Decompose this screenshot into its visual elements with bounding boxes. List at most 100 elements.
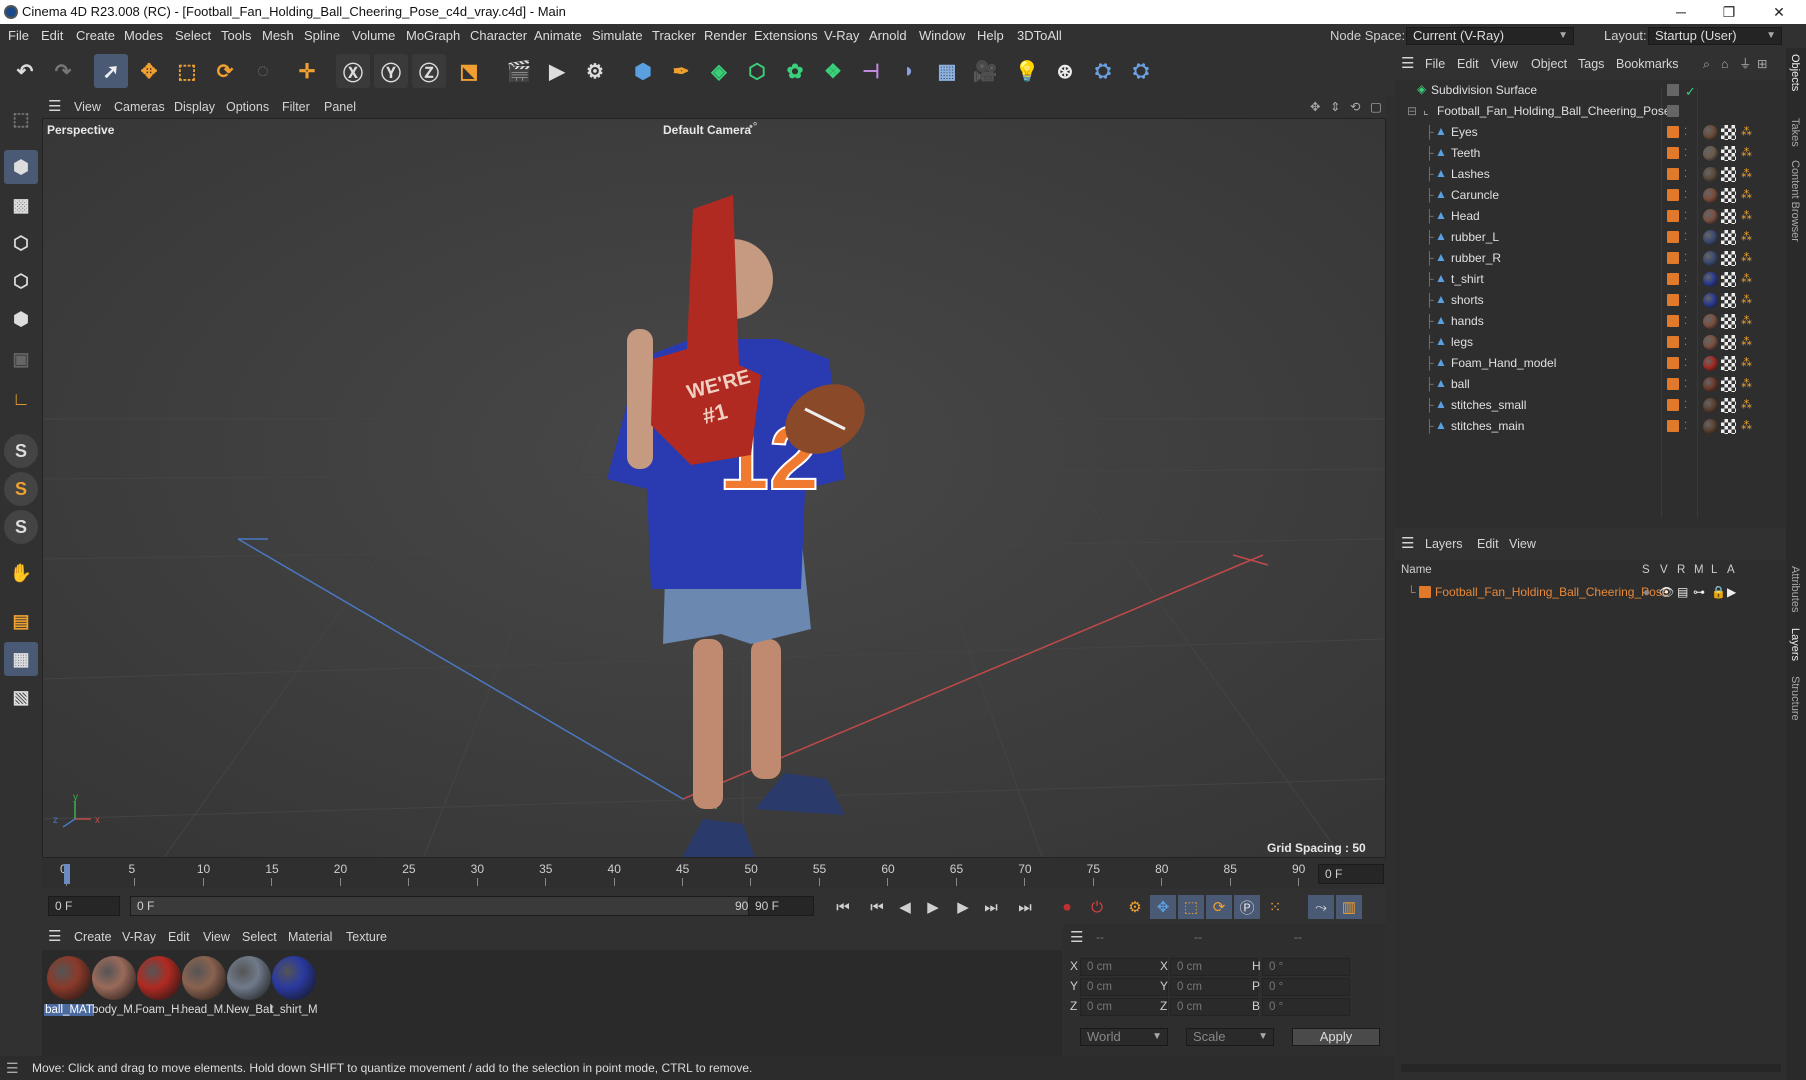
layer-col-animation[interactable]: A <box>1727 564 1735 576</box>
timeline-window-icon[interactable]: ▥ <box>1336 895 1362 919</box>
layer-visible-eye-icon[interactable]: 👁 <box>1659 582 1674 603</box>
menu-vray[interactable]: V-Ray <box>824 24 859 48</box>
visibility-dots-icon[interactable]: ⁚ <box>1684 269 1687 290</box>
material-tag-icon[interactable] <box>1703 356 1718 371</box>
material-tag-icon[interactable] <box>1703 188 1718 203</box>
uvw-tag-icon[interactable] <box>1721 230 1736 245</box>
uvw-tag-icon[interactable] <box>1721 209 1736 224</box>
coord-value-field[interactable]: 0 cm <box>1170 978 1258 996</box>
recent-tool-icon[interactable]: ◌ <box>246 54 280 88</box>
layer-color-swatch[interactable] <box>1667 336 1679 348</box>
previous-key-icon[interactable]: ⏮ <box>864 895 890 919</box>
layer-col-view[interactable]: V <box>1660 564 1668 576</box>
material-swatch[interactable]: t_shirt_M <box>269 954 319 1016</box>
visibility-dots-icon[interactable]: ⁚ <box>1684 143 1687 164</box>
move-view-icon[interactable]: ✥ <box>1310 96 1320 118</box>
material-tag-icon[interactable] <box>1703 314 1718 329</box>
vray-icon[interactable]: ⊛ <box>1048 54 1082 88</box>
vray-tag-icon[interactable]: ⁂ <box>1741 206 1752 227</box>
light-icon[interactable]: 💡 <box>1010 54 1044 88</box>
uvw-tag-icon[interactable] <box>1721 356 1736 371</box>
object-row[interactable]: ├ ▲ ball ⁚ ⁂ <box>1395 374 1786 395</box>
visibility-dots-icon[interactable]: ⁚ <box>1684 332 1687 353</box>
autokey-icon[interactable]: ⏻ <box>1084 895 1110 919</box>
vray-tag-icon[interactable]: ⁂ <box>1741 374 1752 395</box>
uvw-tag-icon[interactable] <box>1721 125 1736 140</box>
viewport-menu-options[interactable]: Options <box>226 96 269 118</box>
side-tab-attributes[interactable]: Attributes <box>1789 566 1801 612</box>
object-menu-view[interactable]: View <box>1491 48 1518 80</box>
vray-tag-icon[interactable]: ⁂ <box>1741 248 1752 269</box>
playhead-marker[interactable] <box>64 864 70 884</box>
coord-value-field[interactable]: 0 cm <box>1080 958 1168 976</box>
object-row[interactable]: ├ ▲ Lashes ⁚ ⁂ <box>1395 164 1786 185</box>
layer-color-swatch[interactable] <box>1667 273 1679 285</box>
material-swatch[interactable]: New_Bal <box>224 954 274 1016</box>
render-region-icon[interactable]: 🎬 <box>502 54 536 88</box>
uvw-tag-icon[interactable] <box>1721 167 1736 182</box>
object-menu-file[interactable]: File <box>1425 48 1445 80</box>
layer-color-swatch[interactable] <box>1667 126 1679 138</box>
material-tag-icon[interactable] <box>1703 335 1718 350</box>
hamburger-menu-icon[interactable]: ☰ <box>48 96 61 118</box>
object-row[interactable]: ├ ▲ legs ⁚ ⁂ <box>1395 332 1786 353</box>
object-menu-bookmarks[interactable]: Bookmarks <box>1616 48 1679 80</box>
cube-primitive-icon[interactable]: ⬢ <box>626 54 660 88</box>
vray-tag-icon[interactable]: ⁂ <box>1741 290 1752 311</box>
object-row[interactable]: ├ ▲ Head ⁚ ⁂ <box>1395 206 1786 227</box>
menu-create[interactable]: Create <box>76 24 115 48</box>
layer-menu-view[interactable]: View <box>1509 528 1536 560</box>
layer-color-swatch[interactable] <box>1667 399 1679 411</box>
uvw-tag-icon[interactable] <box>1721 293 1736 308</box>
model-mode-icon[interactable]: ⬢ <box>4 150 38 184</box>
material-swatch[interactable]: ball_MAT <box>44 954 94 1016</box>
render-settings-icon[interactable]: ⚙ <box>578 54 612 88</box>
layer-color-swatch[interactable] <box>1667 231 1679 243</box>
menu-simulate[interactable]: Simulate <box>592 24 643 48</box>
visibility-dots-icon[interactable]: ⁚ <box>1684 374 1687 395</box>
menu-select[interactable]: Select <box>175 24 211 48</box>
menu-modes[interactable]: Modes <box>124 24 163 48</box>
extrude-generator-icon[interactable]: ⬡ <box>740 54 774 88</box>
side-tab-content-browser[interactable]: Content Browser <box>1789 160 1801 242</box>
viewport-menu-cameras[interactable]: Cameras <box>114 96 165 118</box>
menu-arnold[interactable]: Arnold <box>869 24 907 48</box>
enabled-checkmark-icon[interactable]: ✓ <box>1685 81 1696 102</box>
transform-tool-icon[interactable]: ✛ <box>290 54 324 88</box>
floor-environment-icon[interactable]: ▦ <box>930 54 964 88</box>
layout-dropdown[interactable]: Startup (User) ▼ <box>1648 27 1782 45</box>
visibility-dots-icon[interactable]: ⁚ <box>1684 395 1687 416</box>
keyframe-selection-icon[interactable]: ⚙ <box>1122 895 1148 919</box>
coordinate-system-icon[interactable]: ⬔ <box>452 54 486 88</box>
vray-tag-icon[interactable]: ⁂ <box>1741 185 1752 206</box>
material-tag-icon[interactable] <box>1703 209 1718 224</box>
vray-tag-icon[interactable]: ⁂ <box>1741 143 1752 164</box>
visibility-dots-icon[interactable]: ⁚ <box>1684 416 1687 437</box>
uvw-tag-icon[interactable] <box>1721 335 1736 350</box>
play-icon[interactable]: ▶ <box>920 895 946 919</box>
menu-volume[interactable]: Volume <box>352 24 395 48</box>
layer-menu-layers[interactable]: Layers <box>1425 528 1463 560</box>
vray-tag-icon[interactable]: ⁂ <box>1741 395 1752 416</box>
object-menu-object[interactable]: Object <box>1531 48 1567 80</box>
material-menu-select[interactable]: Select <box>242 924 277 950</box>
key-scale-icon[interactable]: ⬚ <box>1178 895 1204 919</box>
visibility-dots-icon[interactable]: ⁚ <box>1684 185 1687 206</box>
node-space-dropdown[interactable]: Current (V-Ray) ▼ <box>1406 27 1574 45</box>
object-row[interactable]: ├ ▲ Eyes ⁚ ⁂ <box>1395 122 1786 143</box>
camera-icon[interactable]: 🎥 <box>968 54 1002 88</box>
material-tag-icon[interactable] <box>1703 146 1718 161</box>
material-tag-icon[interactable] <box>1703 125 1718 140</box>
maximize-view-icon[interactable]: ▢ <box>1370 96 1382 118</box>
material-tag-icon[interactable] <box>1703 167 1718 182</box>
key-parameter-icon[interactable]: Ⓟ <box>1234 895 1260 919</box>
material-tag-icon[interactable] <box>1703 419 1718 434</box>
quantize-icon[interactable]: S <box>4 510 38 544</box>
minimize-button[interactable]: ─ <box>1658 0 1704 24</box>
layer-color-swatch[interactable] <box>1667 147 1679 159</box>
object-menu-edit[interactable]: Edit <box>1457 48 1479 80</box>
uvw-tag-icon[interactable] <box>1721 251 1736 266</box>
material-tag-icon[interactable] <box>1703 293 1718 308</box>
go-to-start-icon[interactable]: ⏮ <box>830 895 856 919</box>
visibility-dots-icon[interactable]: ⁚ <box>1684 353 1687 374</box>
